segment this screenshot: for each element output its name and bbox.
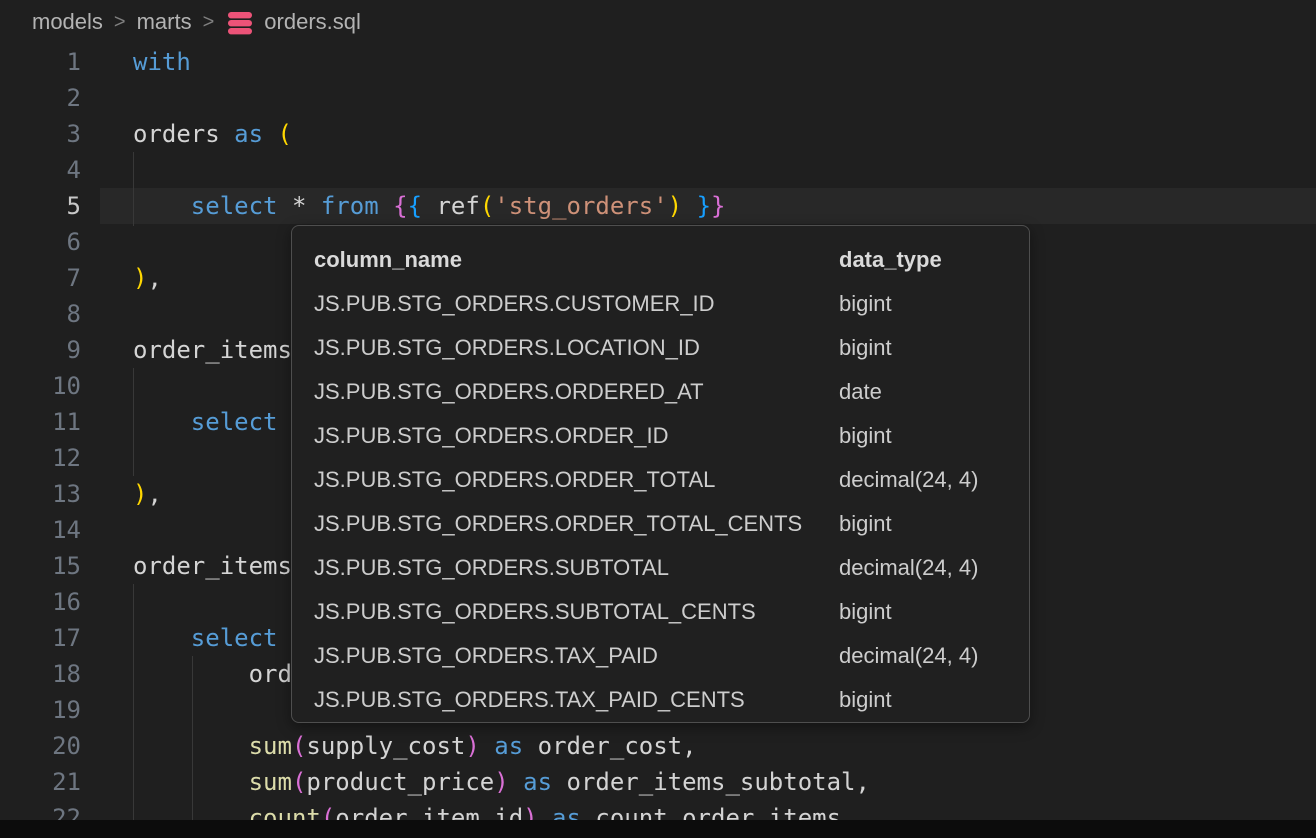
data-type-cell: decimal(24, 4) xyxy=(839,546,978,590)
popup-header-column-name: column_name xyxy=(314,247,462,272)
gutter-line-number[interactable]: 21 xyxy=(0,764,100,800)
column-name-cell: JS.PUB.STG_ORDERS.TAX_PAID xyxy=(314,643,658,668)
popup-row: JS.PUB.STG_ORDERS.LOCATION_ID bigint xyxy=(314,326,1029,370)
gutter-line-number[interactable]: 16 xyxy=(0,584,100,620)
column-name-cell: JS.PUB.STG_ORDERS.ORDER_TOTAL_CENTS xyxy=(314,511,802,536)
code-line[interactable]: 4 xyxy=(0,152,1316,188)
editor-window: models > marts > orders.sql 1with23order… xyxy=(0,0,1316,838)
popup-header-data-type: data_type xyxy=(839,238,942,282)
popup-row: JS.PUB.STG_ORDERS.ORDERED_AT date xyxy=(314,370,1029,414)
database-icon xyxy=(227,11,253,35)
gutter-line-number[interactable]: 4 xyxy=(0,152,100,188)
gutter-line-number[interactable]: 7 xyxy=(0,260,100,296)
gutter-line-number[interactable]: 3 xyxy=(0,116,100,152)
chevron-right-icon: > xyxy=(114,11,126,34)
code-text[interactable]: sum(product_price) as order_items_subtot… xyxy=(100,764,1316,800)
indent-guide xyxy=(192,656,193,838)
data-type-cell: bigint xyxy=(839,502,892,546)
code-text[interactable]: with xyxy=(100,44,1316,80)
column-preview-popup: column_name data_type JS.PUB.STG_ORDERS.… xyxy=(291,225,1030,723)
column-name-cell: JS.PUB.STG_ORDERS.SUBTOTAL_CENTS xyxy=(314,599,756,624)
popup-row: JS.PUB.STG_ORDERS.TAX_PAID_CENTS bigint xyxy=(314,678,1029,722)
gutter-line-number[interactable]: 15 xyxy=(0,548,100,584)
data-type-cell: bigint xyxy=(839,414,892,458)
gutter-line-number[interactable]: 13 xyxy=(0,476,100,512)
code-line[interactable]: 20 sum(supply_cost) as order_cost, xyxy=(0,728,1316,764)
data-type-cell: decimal(24, 4) xyxy=(839,634,978,678)
code-text[interactable]: sum(supply_cost) as order_cost, xyxy=(100,728,1316,764)
code-text[interactable] xyxy=(100,152,1316,188)
gutter-line-number[interactable]: 12 xyxy=(0,440,100,476)
code-text[interactable] xyxy=(100,80,1316,116)
data-type-cell: bigint xyxy=(839,678,892,722)
code-line[interactable]: 5 select * from {{ ref('stg_orders') }} xyxy=(0,188,1316,224)
popup-row: JS.PUB.STG_ORDERS.ORDER_TOTAL decimal(24,… xyxy=(314,458,1029,502)
chevron-right-icon: > xyxy=(203,11,215,34)
code-line[interactable]: 2 xyxy=(0,80,1316,116)
bottom-panel-edge xyxy=(0,820,1316,838)
data-type-cell: decimal(24, 4) xyxy=(839,458,978,502)
popup-row: JS.PUB.STG_ORDERS.CUSTOMER_ID bigint xyxy=(314,282,1029,326)
indent-guide xyxy=(133,368,134,476)
popup-row: JS.PUB.STG_ORDERS.SUBTOTAL decimal(24, 4) xyxy=(314,546,1029,590)
popup-header-row: column_name data_type xyxy=(314,238,1029,282)
gutter-line-number[interactable]: 11 xyxy=(0,404,100,440)
data-type-cell: bigint xyxy=(839,326,892,370)
gutter-line-number[interactable]: 18 xyxy=(0,656,100,692)
gutter-line-number[interactable]: 10 xyxy=(0,368,100,404)
indent-guide xyxy=(133,152,134,226)
gutter-line-number[interactable]: 1 xyxy=(0,44,100,80)
column-name-cell: JS.PUB.STG_ORDERS.ORDER_ID xyxy=(314,423,669,448)
popup-row: JS.PUB.STG_ORDERS.ORDER_ID bigint xyxy=(314,414,1029,458)
column-name-cell: JS.PUB.STG_ORDERS.TAX_PAID_CENTS xyxy=(314,687,745,712)
gutter-line-number[interactable]: 20 xyxy=(0,728,100,764)
column-name-cell: JS.PUB.STG_ORDERS.ORDERED_AT xyxy=(314,379,704,404)
code-text[interactable]: orders as ( xyxy=(100,116,1316,152)
popup-row: JS.PUB.STG_ORDERS.TAX_PAID decimal(24, 4) xyxy=(314,634,1029,678)
gutter-line-number[interactable]: 19 xyxy=(0,692,100,728)
popup-row: JS.PUB.STG_ORDERS.ORDER_TOTAL_CENTS bigin… xyxy=(314,502,1029,546)
column-name-cell: JS.PUB.STG_ORDERS.LOCATION_ID xyxy=(314,335,700,360)
code-line[interactable]: 21 sum(product_price) as order_items_sub… xyxy=(0,764,1316,800)
breadcrumb: models > marts > orders.sql xyxy=(0,0,1316,44)
breadcrumb-file-name[interactable]: orders.sql xyxy=(264,9,361,35)
code-line[interactable]: 1with xyxy=(0,44,1316,80)
code-line[interactable]: 3orders as ( xyxy=(0,116,1316,152)
column-name-cell: JS.PUB.STG_ORDERS.SUBTOTAL xyxy=(314,555,669,580)
breadcrumb-item-models[interactable]: models xyxy=(32,9,103,35)
gutter-line-number[interactable]: 8 xyxy=(0,296,100,332)
breadcrumb-item-marts[interactable]: marts xyxy=(137,9,192,35)
gutter-line-number[interactable]: 5 xyxy=(0,188,100,224)
column-name-cell: JS.PUB.STG_ORDERS.CUSTOMER_ID xyxy=(314,291,715,316)
gutter-line-number[interactable]: 2 xyxy=(0,80,100,116)
popup-row: JS.PUB.STG_ORDERS.SUBTOTAL_CENTS bigint xyxy=(314,590,1029,634)
gutter-line-number[interactable]: 14 xyxy=(0,512,100,548)
gutter-line-number[interactable]: 6 xyxy=(0,224,100,260)
code-text[interactable]: select * from {{ ref('stg_orders') }} xyxy=(100,188,1316,224)
data-type-cell: bigint xyxy=(839,282,892,326)
gutter-line-number[interactable]: 9 xyxy=(0,332,100,368)
data-type-cell: date xyxy=(839,370,882,414)
indent-guide xyxy=(133,584,134,838)
data-type-cell: bigint xyxy=(839,590,892,634)
gutter-line-number[interactable]: 17 xyxy=(0,620,100,656)
column-name-cell: JS.PUB.STG_ORDERS.ORDER_TOTAL xyxy=(314,467,715,492)
